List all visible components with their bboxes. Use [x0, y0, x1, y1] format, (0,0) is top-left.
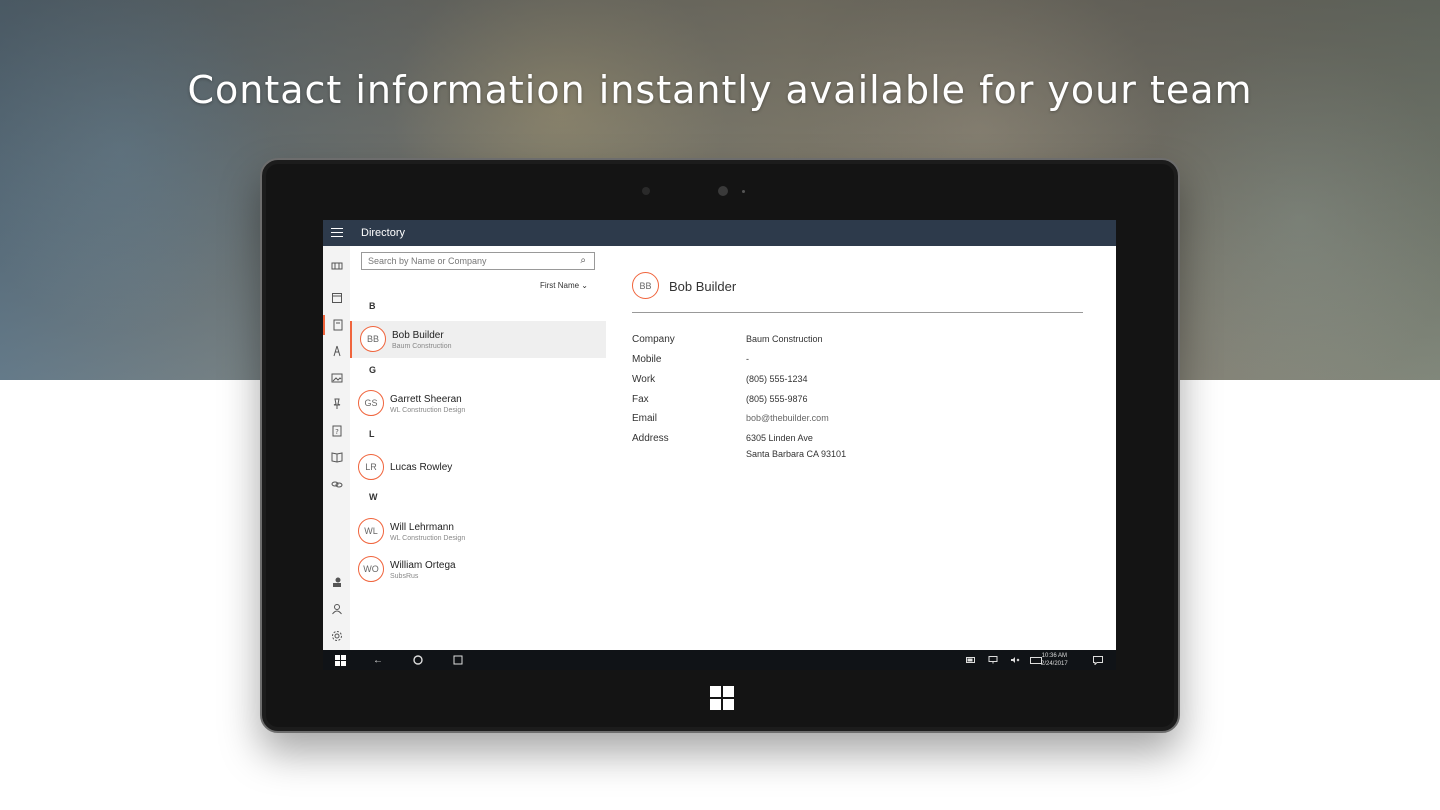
contact-list-pane: Search by Name or Company ⌕ First Name ⌄…	[350, 246, 606, 650]
contact-row-garrett-sheeran[interactable]: GS Garrett Sheeran WL Construction Desig…	[350, 385, 606, 422]
windows-taskbar: ← 10:36 AM 2/24/2017	[323, 650, 1116, 670]
sensor-dot	[642, 187, 650, 195]
detail-avatar: BB	[632, 272, 659, 299]
contact-name: Will Lehrmann	[390, 522, 454, 533]
contact-name: William Ortega	[390, 560, 456, 571]
clock-date: 2/24/2017	[1041, 661, 1068, 667]
field-value-work[interactable]: (805) 555-1234	[746, 374, 808, 384]
action-center-icon[interactable]	[1091, 653, 1105, 667]
contact-company: Baum Construction	[392, 343, 452, 350]
start-button[interactable]	[333, 653, 347, 667]
windows-logo-icon	[334, 654, 346, 666]
book-icon[interactable]	[323, 447, 350, 467]
app-screen: Directory ? Search by Name or Company ⌕ …	[323, 220, 1116, 670]
user-switch-icon[interactable]	[323, 572, 350, 592]
settings-icon[interactable]	[323, 626, 350, 646]
field-value-address-line1[interactable]: 6305 Linden Ave	[746, 433, 813, 443]
contact-detail-pane: BB Bob Builder Company Baum Construction…	[606, 246, 1116, 650]
divider	[632, 312, 1083, 313]
avatar: BB	[360, 326, 386, 352]
group-header-w: W	[369, 492, 378, 502]
contact-name: Garrett Sheeran	[390, 394, 462, 405]
contact-name: Lucas Rowley	[390, 462, 453, 473]
avatar: LR	[358, 454, 384, 480]
field-value-fax: (805) 555-9876	[746, 394, 808, 404]
field-label-email: Email	[632, 413, 658, 424]
indicator-dot	[742, 190, 745, 193]
hamburger-icon[interactable]	[331, 228, 343, 238]
search-placeholder: Search by Name or Company	[368, 256, 487, 266]
person-icon[interactable]	[323, 599, 350, 619]
svg-text:?: ?	[335, 428, 339, 436]
contact-company: SubsRus	[390, 573, 419, 580]
field-value-address-line2[interactable]: Santa Barbara CA 93101	[746, 449, 846, 459]
title-bar: Directory	[323, 220, 1116, 246]
task-view-icon[interactable]	[451, 653, 465, 667]
volume-muted-icon[interactable]	[1009, 653, 1021, 667]
group-header-l: L	[369, 429, 375, 439]
field-label-company: Company	[632, 334, 675, 345]
network-icon[interactable]	[987, 653, 999, 667]
field-value-company: Baum Construction	[746, 334, 823, 344]
contact-row-william-ortega[interactable]: WO William Ortega SubsRus	[350, 551, 606, 588]
photos-icon[interactable]	[323, 368, 350, 388]
headline: Contact information instantly available …	[187, 68, 1253, 112]
contact-company: WL Construction Design	[390, 407, 466, 414]
field-value-mobile: -	[746, 354, 749, 364]
battery-icon[interactable]	[965, 653, 977, 667]
taskbar-clock[interactable]: 10:36 AM 2/24/2017	[1041, 652, 1068, 668]
link-icon[interactable]	[323, 474, 350, 494]
field-label-work: Work	[632, 374, 656, 385]
detail-name: Bob Builder	[669, 279, 737, 294]
search-icon[interactable]: ⌕	[580, 255, 586, 266]
projects-icon[interactable]	[323, 256, 350, 276]
nav-icon-rail: ?	[323, 246, 350, 650]
group-header-g: G	[369, 365, 377, 375]
app-title: Directory	[361, 227, 406, 239]
field-label-mobile: Mobile	[632, 354, 662, 365]
windows-logo-icon	[710, 686, 734, 710]
contact-row-bob-builder[interactable]: BB Bob Builder Baum Construction	[350, 321, 606, 358]
clock-time: 10:36 AM	[1041, 653, 1068, 659]
avatar: GS	[358, 390, 384, 416]
group-header-b: B	[369, 301, 376, 311]
contact-row-will-lehrmann[interactable]: WL Will Lehrmann WL Construction Design	[350, 513, 606, 550]
avatar: WO	[358, 556, 384, 582]
field-label-fax: Fax	[632, 394, 649, 405]
sort-dropdown[interactable]: First Name ⌄	[540, 281, 588, 290]
home-circle-icon[interactable]	[411, 653, 425, 667]
contact-company: WL Construction Design	[390, 535, 466, 542]
field-value-email[interactable]: bob@thebuilder.com	[746, 413, 829, 423]
field-label-address: Address	[632, 433, 669, 444]
camera-lens	[718, 186, 728, 196]
contact-row-lucas-rowley[interactable]: LR Lucas Rowley	[350, 449, 606, 486]
pin-icon[interactable]	[323, 394, 350, 414]
back-arrow-icon[interactable]: ←	[371, 653, 385, 667]
calendar-icon[interactable]	[323, 288, 350, 308]
search-input[interactable]: Search by Name or Company ⌕	[361, 252, 595, 270]
avatar: WL	[358, 518, 384, 544]
contact-name: Bob Builder	[392, 330, 444, 341]
rfi-icon[interactable]: ?	[323, 421, 350, 441]
tools-icon[interactable]	[323, 341, 350, 361]
directory-icon[interactable]	[323, 315, 350, 335]
